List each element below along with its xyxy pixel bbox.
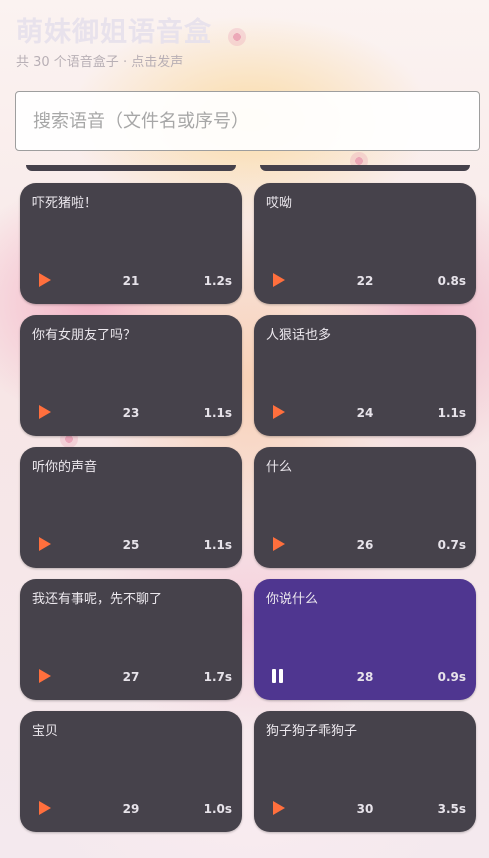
clip-name: 听你的声音 bbox=[32, 460, 98, 475]
app-title: 萌妹御姐语音盒 bbox=[16, 17, 212, 48]
voice-clip-card[interactable]: 吓死猪啦！ 21 1.2s bbox=[20, 183, 242, 304]
voice-clip-card[interactable]: 我还有事呢，先不聊了 27 1.7s bbox=[20, 579, 242, 700]
voice-clip-grid: 吓死猪啦！ 21 1.2s 哎呦 22 0.8s 你有女朋友了吗？ 23 1.1… bbox=[20, 183, 476, 832]
search-input[interactable] bbox=[16, 92, 479, 150]
clip-duration: 0.8s bbox=[437, 274, 466, 288]
voice-clip-card[interactable]: 听你的声音 25 1.1s bbox=[20, 447, 242, 568]
clip-number: 29 bbox=[122, 802, 140, 816]
clip-duration: 1.1s bbox=[203, 406, 232, 420]
clipped-card-edge bbox=[26, 165, 236, 171]
clip-duration: 3.5s bbox=[437, 802, 466, 816]
play-icon[interactable] bbox=[273, 801, 285, 815]
clip-duration: 0.9s bbox=[437, 670, 466, 684]
clip-number: 27 bbox=[122, 670, 140, 684]
clipped-card-edge bbox=[260, 165, 470, 171]
search-box[interactable] bbox=[15, 91, 480, 151]
clip-number: 25 bbox=[122, 538, 140, 552]
app-header: 萌妹御姐语音盒 共 30 个语音盒子 · 点击发声 bbox=[16, 14, 473, 72]
play-icon[interactable] bbox=[39, 273, 51, 287]
clip-duration: 0.7s bbox=[437, 538, 466, 552]
play-icon[interactable] bbox=[273, 273, 285, 287]
clip-duration: 1.7s bbox=[203, 670, 232, 684]
clip-name: 什么 bbox=[266, 460, 293, 475]
clip-name: 你说什么 bbox=[266, 592, 319, 607]
voice-clip-card[interactable]: 宝贝 29 1.0s bbox=[20, 711, 242, 832]
clip-duration: 1.1s bbox=[437, 406, 466, 420]
clip-duration: 1.2s bbox=[203, 274, 232, 288]
clip-name: 哎呦 bbox=[266, 196, 293, 211]
voice-clip-card[interactable]: 你有女朋友了吗？ 23 1.1s bbox=[20, 315, 242, 436]
play-icon[interactable] bbox=[39, 669, 51, 683]
voice-clip-card[interactable]: 什么 26 0.7s bbox=[254, 447, 476, 568]
clip-name: 人狠话也多 bbox=[266, 328, 332, 343]
clip-name: 你有女朋友了吗？ bbox=[32, 328, 137, 343]
clip-name: 吓死猪啦！ bbox=[32, 196, 98, 211]
clip-number: 21 bbox=[122, 274, 140, 288]
play-icon[interactable] bbox=[39, 801, 51, 815]
clip-name: 宝贝 bbox=[32, 724, 59, 739]
clip-number: 28 bbox=[356, 670, 374, 684]
clip-number: 30 bbox=[356, 802, 374, 816]
play-icon[interactable] bbox=[273, 537, 285, 551]
pause-icon[interactable] bbox=[271, 669, 285, 683]
clip-duration: 1.1s bbox=[203, 538, 232, 552]
voice-clip-card[interactable]: 哎呦 22 0.8s bbox=[254, 183, 476, 304]
clip-number: 24 bbox=[356, 406, 374, 420]
voice-clip-card-playing[interactable]: 你说什么 28 0.9s bbox=[254, 579, 476, 700]
clip-number: 23 bbox=[122, 406, 140, 420]
voice-clip-card[interactable]: 人狠话也多 24 1.1s bbox=[254, 315, 476, 436]
clip-name: 我还有事呢，先不聊了 bbox=[32, 592, 163, 607]
clip-number: 22 bbox=[356, 274, 374, 288]
play-icon[interactable] bbox=[39, 405, 51, 419]
play-icon[interactable] bbox=[273, 405, 285, 419]
clip-number: 26 bbox=[356, 538, 374, 552]
clip-duration: 1.0s bbox=[203, 802, 232, 816]
clip-name: 狗子狗子乖狗子 bbox=[266, 724, 358, 739]
play-icon[interactable] bbox=[39, 537, 51, 551]
voice-clip-card[interactable]: 狗子狗子乖狗子 30 3.5s bbox=[254, 711, 476, 832]
app-subtitle: 共 30 个语音盒子 · 点击发声 bbox=[16, 55, 184, 70]
